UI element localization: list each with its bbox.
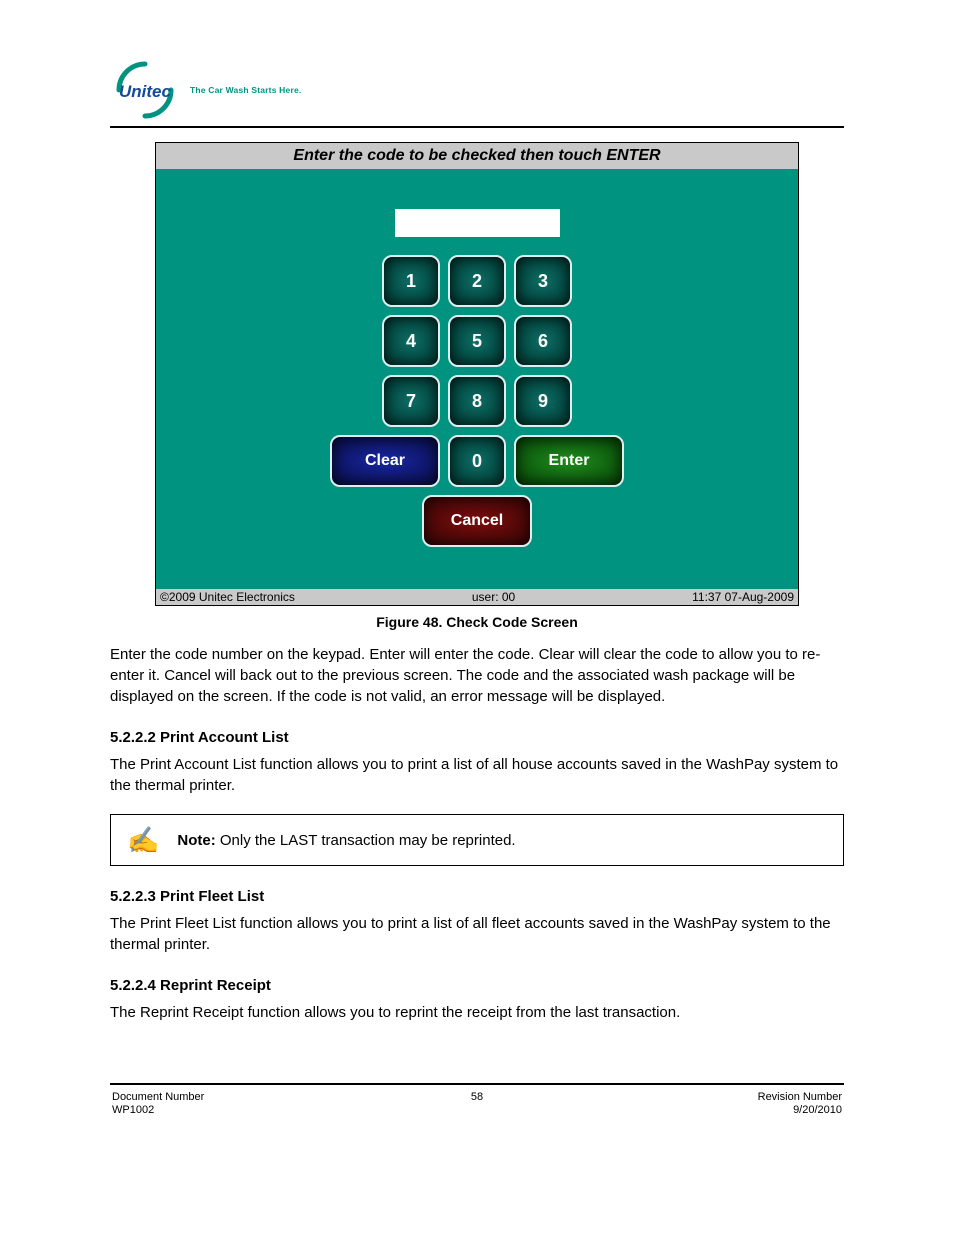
footer-doc-label: Document Number bbox=[112, 1091, 204, 1103]
screenshot-title: Enter the code to be checked then touch … bbox=[156, 143, 798, 169]
status-right: 11:37 07-Aug-2009 bbox=[692, 590, 794, 604]
status-center: user: 00 bbox=[472, 590, 515, 604]
note-icon: ✍ bbox=[127, 827, 159, 853]
logo-slogan: The Car Wash Starts Here. bbox=[190, 85, 301, 95]
key-3[interactable]: 3 bbox=[514, 255, 572, 307]
key-5[interactable]: 5 bbox=[448, 315, 506, 367]
key-1[interactable]: 1 bbox=[382, 255, 440, 307]
page-footer: Document Number WP1002 58 Revision Numbe… bbox=[110, 1091, 844, 1116]
paragraph-reprint: The Reprint Receipt function allows you … bbox=[110, 1002, 844, 1023]
footer-divider bbox=[110, 1083, 844, 1085]
note-text: Note: Only the LAST transaction may be r… bbox=[177, 832, 515, 849]
footer-page-number: 58 bbox=[312, 1091, 642, 1116]
heading-print-fleet-list: 5.2.2.3 Print Fleet List bbox=[110, 888, 844, 905]
logo-text: Unitec bbox=[119, 82, 172, 101]
footer-rev-value: 9/20/2010 bbox=[642, 1104, 842, 1116]
note-label: Note: bbox=[177, 832, 215, 849]
key-9[interactable]: 9 bbox=[514, 375, 572, 427]
heading-print-account-list: 5.2.2.2 Print Account List bbox=[110, 729, 844, 746]
key-4[interactable]: 4 bbox=[382, 315, 440, 367]
enter-button[interactable]: Enter bbox=[514, 435, 624, 487]
heading-reprint-receipt: 5.2.2.4 Reprint Receipt bbox=[110, 977, 844, 994]
keypad: 1 2 3 4 5 6 7 8 9 bbox=[382, 255, 572, 427]
paragraph-print-account: The Print Account List function allows y… bbox=[110, 754, 844, 796]
page-header: Unitec The Car Wash Starts Here. bbox=[110, 60, 844, 120]
screenshot-panel: Enter the code to be checked then touch … bbox=[155, 142, 799, 606]
key-7[interactable]: 7 bbox=[382, 375, 440, 427]
key-0[interactable]: 0 bbox=[448, 435, 506, 487]
key-2[interactable]: 2 bbox=[448, 255, 506, 307]
figure-caption: Figure 48. Check Code Screen bbox=[110, 614, 844, 630]
footer-doc-value: WP1002 bbox=[112, 1104, 312, 1116]
key-8[interactable]: 8 bbox=[448, 375, 506, 427]
key-6[interactable]: 6 bbox=[514, 315, 572, 367]
action-row: Clear 0 Enter bbox=[330, 435, 624, 487]
header-divider bbox=[110, 126, 844, 128]
status-left: ©2009 Unitec Electronics bbox=[160, 590, 295, 604]
paragraph-print-fleet: The Print Fleet List function allows you… bbox=[110, 913, 844, 955]
clear-button[interactable]: Clear bbox=[330, 435, 440, 487]
note-box: ✍ Note: Only the LAST transaction may be… bbox=[110, 814, 844, 866]
paragraph-check-code: Enter the code number on the keypad. Ent… bbox=[110, 644, 844, 707]
screenshot-statusbar: ©2009 Unitec Electronics user: 00 11:37 … bbox=[156, 589, 798, 605]
unitec-logo: Unitec bbox=[110, 60, 180, 120]
cancel-button[interactable]: Cancel bbox=[422, 495, 532, 547]
footer-rev-label: Revision Number bbox=[758, 1091, 842, 1103]
screenshot-body: 1 2 3 4 5 6 7 8 9 Clear 0 Enter Cancel bbox=[156, 169, 798, 589]
code-input[interactable] bbox=[395, 209, 560, 237]
note-body: Only the LAST transaction may be reprint… bbox=[220, 832, 516, 849]
